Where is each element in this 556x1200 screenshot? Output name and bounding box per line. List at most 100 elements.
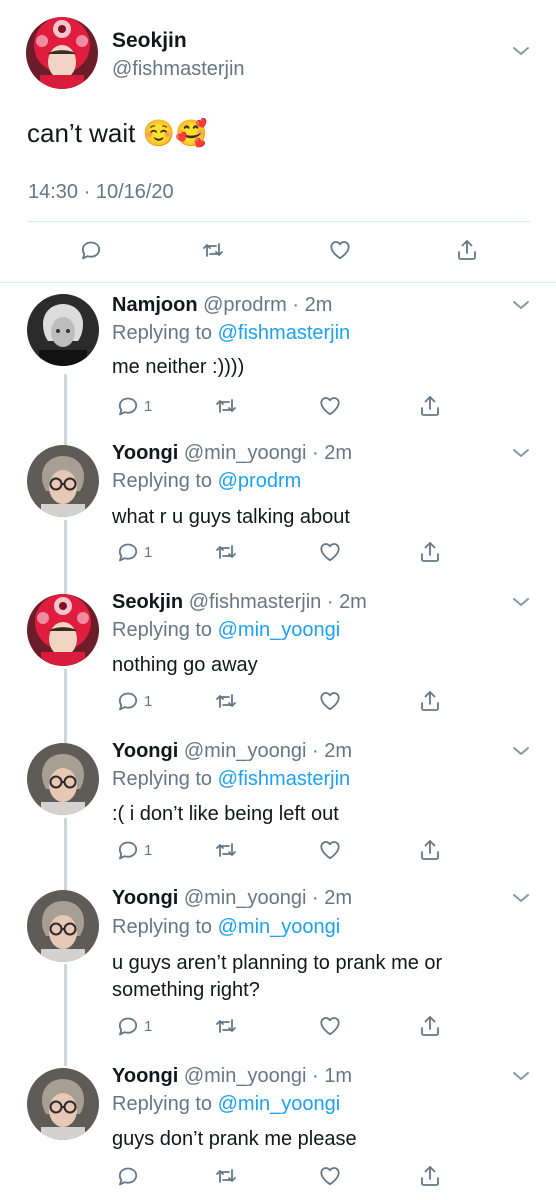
like-action[interactable] (318, 689, 342, 713)
reply-handle[interactable]: @prodrm (203, 294, 287, 316)
reply-display-name[interactable]: Yoongi (112, 1065, 178, 1087)
reply-time: 2m (324, 740, 353, 762)
retweet-icon (214, 394, 238, 418)
reply-avatar[interactable] (27, 890, 99, 962)
reply-header: Seokjin @fishmasterjin · 2m (112, 591, 367, 614)
reply-time: 1m (324, 1065, 353, 1087)
heart-icon (318, 838, 342, 862)
replying-to-line: Replying to @fishmasterjin (112, 768, 350, 791)
main-tweet-text: can’t wait ☺️🥰 (27, 118, 208, 148)
heart-icon (318, 540, 342, 564)
share-icon (418, 394, 442, 418)
share-action[interactable] (418, 1164, 442, 1188)
heart-icon (318, 394, 342, 418)
reply-avatar[interactable] (27, 1068, 99, 1140)
reply-text: guys don’t prank me please (112, 1128, 357, 1150)
like-action[interactable] (318, 394, 342, 418)
reply-avatar[interactable] (27, 743, 99, 815)
main-tweet-display-name[interactable]: Seokjin (112, 29, 187, 53)
reply-avatar[interactable] (27, 594, 99, 666)
reply-text: :( i don’t like being left out (112, 803, 339, 825)
reply-action[interactable]: 1 (116, 689, 152, 713)
reply-text: nothing go away (112, 654, 258, 676)
share-action[interactable] (418, 689, 442, 713)
retweet-icon (214, 689, 238, 713)
replying-to-link[interactable]: @min_yoongi (218, 1093, 341, 1115)
share-action[interactable] (418, 1014, 442, 1038)
reply-action[interactable] (116, 1164, 140, 1188)
main-like-action[interactable] (328, 238, 352, 262)
reply-handle[interactable]: @fishmasterjin (189, 591, 322, 613)
share-icon (418, 1014, 442, 1038)
share-action[interactable] (418, 540, 442, 564)
reply-icon (116, 394, 140, 418)
reply-icon (116, 1164, 140, 1188)
retweet-action[interactable] (214, 1164, 238, 1188)
main-share-action[interactable] (455, 238, 479, 262)
main-retweet-action[interactable] (201, 238, 225, 262)
reply-handle[interactable]: @min_yoongi (184, 887, 307, 909)
reply-display-name[interactable]: Yoongi (112, 442, 178, 464)
chevron-down-icon[interactable] (511, 44, 531, 58)
reply-avatar[interactable] (27, 445, 99, 517)
chevron-down-icon[interactable] (511, 595, 531, 609)
retweet-icon (214, 838, 238, 862)
chevron-down-icon[interactable] (511, 891, 531, 905)
retweet-action[interactable] (214, 394, 238, 418)
replying-to-link[interactable]: @prodrm (218, 470, 302, 492)
reply-display-name[interactable]: Yoongi (112, 740, 178, 762)
reply-tweet: Seokjin @fishmasterjin · 2m Replying to … (0, 578, 556, 727)
like-action[interactable] (318, 1164, 342, 1188)
replying-to-link[interactable]: @min_yoongi (218, 916, 341, 938)
reply-avatar[interactable] (27, 294, 99, 366)
reply-icon (116, 689, 140, 713)
retweet-action[interactable] (214, 1014, 238, 1038)
reply-count: 1 (144, 543, 153, 561)
replying-to-line: Replying to @min_yoongi (112, 916, 340, 939)
reply-display-name[interactable]: Namjoon (112, 294, 198, 316)
reply-action[interactable]: 1 (116, 838, 152, 862)
reply-action[interactable]: 1 (116, 1014, 152, 1038)
main-tweet-handle[interactable]: @fishmasterjin (112, 58, 245, 81)
reply-display-name[interactable]: Yoongi (112, 887, 178, 909)
like-action[interactable] (318, 1014, 342, 1038)
reply-handle[interactable]: @min_yoongi (184, 442, 307, 464)
reply-action[interactable]: 1 (116, 394, 152, 418)
reply-action[interactable]: 1 (116, 540, 152, 564)
reply-tweet: Yoongi @min_yoongi · 2m Replying to @pro… (0, 430, 556, 578)
heart-icon (318, 1164, 342, 1188)
reply-header: Namjoon @prodrm · 2m (112, 294, 332, 317)
reply-time-separator: · (326, 591, 334, 613)
reply-handle[interactable]: @min_yoongi (184, 1065, 307, 1087)
chevron-down-icon[interactable] (511, 744, 531, 758)
reply-count: 1 (144, 692, 153, 710)
reply-tweet: Namjoon @prodrm · 2m Replying to @fishma… (0, 282, 556, 430)
chevron-down-icon[interactable] (511, 1069, 531, 1083)
like-action[interactable] (318, 838, 342, 862)
replying-to-link[interactable]: @fishmasterjin (218, 768, 351, 790)
replying-to-link[interactable]: @min_yoongi (218, 619, 341, 641)
replying-to-link[interactable]: @fishmasterjin (218, 322, 351, 344)
chevron-down-icon[interactable] (511, 446, 531, 460)
main-tweet: Seokjin @fishmasterjin can’t wait ☺️🥰 14… (0, 0, 556, 283)
reply-tweet: Yoongi @min_yoongi · 2m Replying to @fis… (0, 727, 556, 875)
share-action[interactable] (418, 838, 442, 862)
share-icon (418, 1164, 442, 1188)
reply-time: 2m (339, 591, 367, 613)
retweet-action[interactable] (214, 838, 238, 862)
share-icon (418, 540, 442, 564)
retweet-icon (201, 238, 225, 262)
like-action[interactable] (318, 540, 342, 564)
share-action[interactable] (418, 394, 442, 418)
reply-display-name[interactable]: Seokjin (112, 591, 183, 613)
replying-prefix: Replying to (112, 1093, 213, 1115)
reply-handle[interactable]: @min_yoongi (184, 740, 307, 762)
retweet-action[interactable] (214, 540, 238, 564)
chevron-down-icon[interactable] (511, 298, 531, 312)
replying-prefix: Replying to (112, 322, 213, 344)
main-tweet-avatar[interactable] (26, 17, 98, 89)
reply-count: 1 (144, 397, 153, 415)
retweet-action[interactable] (214, 689, 238, 713)
main-reply-action[interactable] (79, 238, 103, 262)
share-icon (418, 838, 442, 862)
